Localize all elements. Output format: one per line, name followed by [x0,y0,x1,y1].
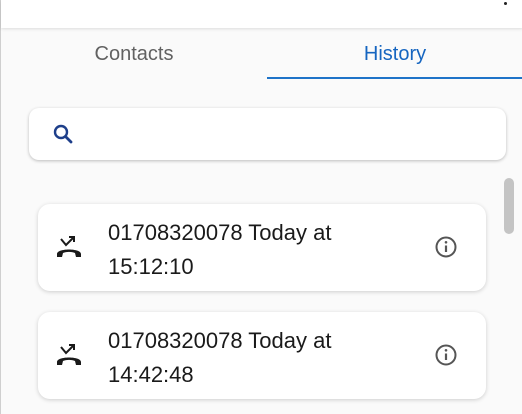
info-icon[interactable] [434,235,458,259]
search-input[interactable] [89,116,489,152]
history-item[interactable]: 01708320078 Today at 15:12:10 [38,204,486,291]
missed-call-icon [57,344,81,365]
top-bar [1,0,522,28]
overflow-dot [504,2,507,5]
search-box[interactable] [29,108,506,160]
tab-history[interactable]: History [267,28,522,80]
missed-call-icon [57,236,81,257]
tab-contacts[interactable]: Contacts [1,28,267,80]
tab-bar: Contacts History [1,28,522,80]
history-entry-text: 01708320078 Today at 15:12:10 [108,220,332,279]
search-icon [53,124,73,144]
history-item[interactable]: 01708320078 Today at 14:42:48 [38,312,486,399]
info-icon[interactable] [434,343,458,367]
scrollbar-thumb[interactable] [504,178,514,234]
tab-indicator [267,77,522,79]
app-window: Contacts History 01708320078 Today at 15… [0,0,522,414]
history-entry-text: 01708320078 Today at 14:42:48 [108,328,332,387]
